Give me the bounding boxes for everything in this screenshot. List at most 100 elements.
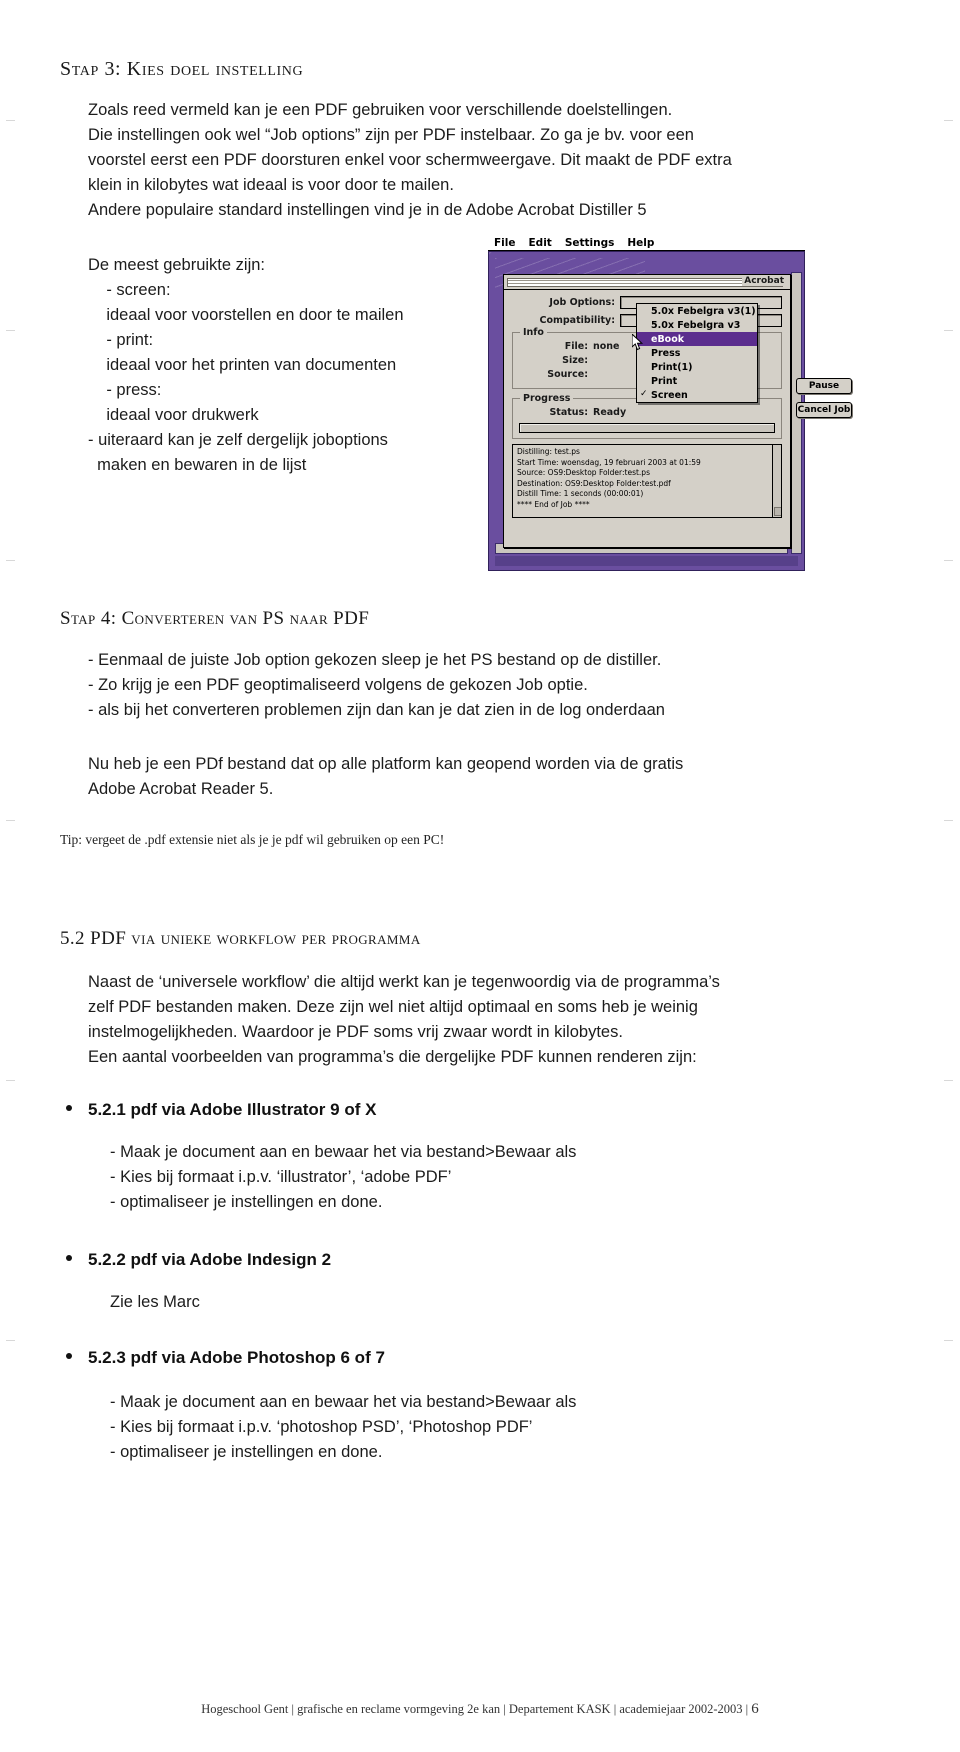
bullet-523-line-0: - Maak je document aan en bewaar het via… xyxy=(110,1393,577,1411)
stap3-paragraph-line-1: Die instellingen ook wel “Job options” z… xyxy=(88,126,694,144)
dropdown-item-label: 5.0x Febelgra v3(1) xyxy=(651,305,756,317)
stap4-bullet-line-2: - als bij het converteren problemen zijn… xyxy=(88,701,665,719)
bullet-523-title: 5.2.3 pdf via Adobe Photoshop 6 of 7 xyxy=(88,1348,385,1367)
dropdown-item-label: Press xyxy=(651,347,681,359)
log-scrollbar[interactable] xyxy=(772,445,781,517)
distiller-window-title: Acrobat xyxy=(742,276,786,286)
dropdown-item-label: Print(1) xyxy=(651,361,693,373)
bullet-521: 5.2.1 pdf via Adobe Illustrator 9 of X xyxy=(66,1100,377,1120)
dropdown-item-press[interactable]: Press xyxy=(637,346,757,360)
document-page: Stap 3: Kies doel instelling Zoals reed … xyxy=(0,0,960,1752)
stap4-bullet-line-0: - Eenmaal de juiste Job option gekozen s… xyxy=(88,651,662,669)
job-options-label: Job Options: xyxy=(549,297,615,308)
menu-item-edit[interactable]: Edit xyxy=(529,237,552,249)
size-label: Size: xyxy=(562,355,588,366)
page-number: 6 xyxy=(751,1701,759,1717)
checkmark-icon: ✓ xyxy=(640,389,648,399)
dropdown-item-print[interactable]: Print xyxy=(637,374,757,388)
bullet-522-title: 5.2.2 pdf via Adobe Indesign 2 xyxy=(88,1250,332,1269)
info-group-title: Info xyxy=(520,327,547,338)
job-options-dropdown-menu[interactable]: 5.0x Febelgra v3(1) 5.0x Febelgra v3 eBo… xyxy=(636,303,758,403)
distiller-action-buttons: Pause Cancel Job xyxy=(796,378,852,418)
distiller-title-bar[interactable]: Acrobat xyxy=(504,275,790,290)
distiller-body: Job Options: Compatibility: Info File: n… xyxy=(504,290,852,522)
left-edge-ticks xyxy=(6,0,16,1752)
dropdown-item-label: Screen xyxy=(651,389,688,401)
stap3-list-line-3: ideaal voor het printen van documenten xyxy=(88,356,397,374)
section-heading-52: 5.2 PDF via unieke workflow per programm… xyxy=(60,928,421,949)
log-line-5: **** End of Job **** xyxy=(517,499,590,509)
distiller-log[interactable]: Distilling: test.ps Start Time: woensdag… xyxy=(512,444,782,518)
bullet-dot-icon xyxy=(66,1105,72,1111)
section-heading-stap3: Stap 3: Kies doel instelling xyxy=(60,58,304,80)
stap3-paragraph-line-3: klein in kilobytes wat ideaal is voor do… xyxy=(88,176,454,194)
window-bottom-bar xyxy=(495,556,798,566)
section52-paragraph-line-2: instelmogelijkheden. Waardoor je PDF som… xyxy=(88,1023,623,1041)
stap3-paragraph-line-2: voorstel eerst een PDF doorsturen enkel … xyxy=(88,151,732,169)
status-value: Ready xyxy=(593,407,627,418)
stap3-list-line-1: ideaal voor voorstellen en door te maile… xyxy=(88,306,404,324)
menu-item-settings[interactable]: Settings xyxy=(565,237,615,249)
file-label: File: xyxy=(564,341,588,352)
dropdown-item-febelgra-v3[interactable]: 5.0x Febelgra v3 xyxy=(637,318,757,332)
log-line-2: Source: OS9:Desktop Folder:test.ps xyxy=(517,468,650,477)
section52-paragraph-line-1: zelf PDF bestanden maken. Deze zijn wel … xyxy=(88,998,698,1016)
compatibility-label: Compatibility: xyxy=(539,315,615,326)
menu-item-help[interactable]: Help xyxy=(627,237,654,249)
bullet-dot-icon xyxy=(66,1353,72,1359)
cancel-job-button[interactable]: Cancel Job xyxy=(796,402,852,418)
bullet-521-line-2: - optimaliseer je instellingen en done. xyxy=(110,1193,383,1211)
log-line-0: Distilling: test.ps xyxy=(517,447,580,456)
bullet-521-title: 5.2.1 pdf via Adobe Illustrator 9 of X xyxy=(88,1100,377,1119)
page-footer: Hogeschool Gent | grafische en reclame v… xyxy=(0,1701,960,1718)
log-line-3: Destination: OS9:Desktop Folder:test.pdf xyxy=(517,478,671,488)
mac-menu-bar: File Edit Settings Help xyxy=(488,235,805,251)
bullet-dot-icon xyxy=(66,1255,72,1261)
section-heading-stap4: Stap 4: Converteren van PS naar PDF xyxy=(60,608,370,629)
bullet-523-line-1: - Kies bij formaat i.p.v. ‘photoshop PSD… xyxy=(110,1418,533,1436)
right-edge-ticks xyxy=(944,0,954,1752)
bullet-521-line-0: - Maak je document aan en bewaar het via… xyxy=(110,1143,577,1161)
dropdown-item-label: eBook xyxy=(651,333,685,345)
log-line-1: Start Time: woensdag, 19 februari 2003 a… xyxy=(517,457,701,467)
stap4-bullet-line-1: - Zo krijg je een PDF geoptimaliseerd vo… xyxy=(88,676,588,694)
stap3-paragraph-line-0: Zoals reed vermeld kan je een PDF gebrui… xyxy=(88,101,673,119)
stap3-list-line-2: - print: xyxy=(88,331,154,349)
bullet-521-line-1: - Kies bij formaat i.p.v. ‘illustrator’,… xyxy=(110,1168,452,1186)
pause-button[interactable]: Pause xyxy=(796,378,852,394)
bullet-523: 5.2.3 pdf via Adobe Photoshop 6 of 7 xyxy=(66,1348,385,1368)
source-label: Source: xyxy=(547,369,588,380)
bullet-522: 5.2.2 pdf via Adobe Indesign 2 xyxy=(66,1250,332,1270)
stap3-list-line-0: - screen: xyxy=(88,281,171,299)
stap3-list-line-6: - uiteraard kan je zelf dergelijk jobopt… xyxy=(88,431,388,449)
footer-text: Hogeschool Gent | grafische en reclame v… xyxy=(201,1702,749,1716)
progress-bar xyxy=(519,423,775,433)
progress-group-title: Progress xyxy=(520,393,574,404)
bullet-522-line-0: Zie les Marc xyxy=(110,1293,200,1311)
dropdown-item-print-1[interactable]: Print(1) xyxy=(637,360,757,374)
dropdown-item-ebook[interactable]: eBook xyxy=(637,332,757,346)
status-label: Status: xyxy=(549,407,588,418)
mac-desktop-window: Acrobat Job Options: Compatibility: Info xyxy=(488,251,852,571)
dropdown-item-screen[interactable]: ✓ Screen xyxy=(637,388,757,402)
dropdown-item-label: Print xyxy=(651,375,678,387)
stap3-list-line-5: ideaal voor drukwerk xyxy=(88,406,259,424)
stap3-list-intro: De meest gebruikte zijn: xyxy=(88,256,265,274)
file-value: none xyxy=(593,341,620,352)
section52-paragraph-line-3: Een aantal voorbeelden van programma’s d… xyxy=(88,1048,697,1066)
acrobat-distiller-window: Acrobat Job Options: Compatibility: Info xyxy=(503,274,852,548)
stap3-paragraph-line-4: Andere populaire standard instellingen v… xyxy=(88,201,647,219)
stap3-list-line-7: maken en bewaren in de lijst xyxy=(88,456,307,474)
log-line-4: Distill Time: 1 seconds (00:00:01) xyxy=(517,489,644,498)
bullet-523-line-2: - optimaliseer je instellingen en done. xyxy=(110,1443,383,1461)
stap4-closing-line-1: Adobe Acrobat Reader 5. xyxy=(88,780,274,798)
dropdown-item-label: 5.0x Febelgra v3 xyxy=(651,319,741,331)
menu-item-file[interactable]: File xyxy=(494,237,516,249)
tip-text: Tip: vergeet de .pdf extensie niet als j… xyxy=(60,832,445,847)
dropdown-item-febelgra-v3-1[interactable]: 5.0x Febelgra v3(1) xyxy=(637,304,757,318)
progress-group: Progress Status: Ready xyxy=(512,393,782,439)
distiller-screenshot: File Edit Settings Help Acrobat Job Opti… xyxy=(485,235,852,575)
stap4-closing-line-0: Nu heb je een PDf bestand dat op alle pl… xyxy=(88,755,684,773)
status-row: Status: Ready xyxy=(519,407,775,418)
stap3-list-line-4: - press: xyxy=(88,381,162,399)
